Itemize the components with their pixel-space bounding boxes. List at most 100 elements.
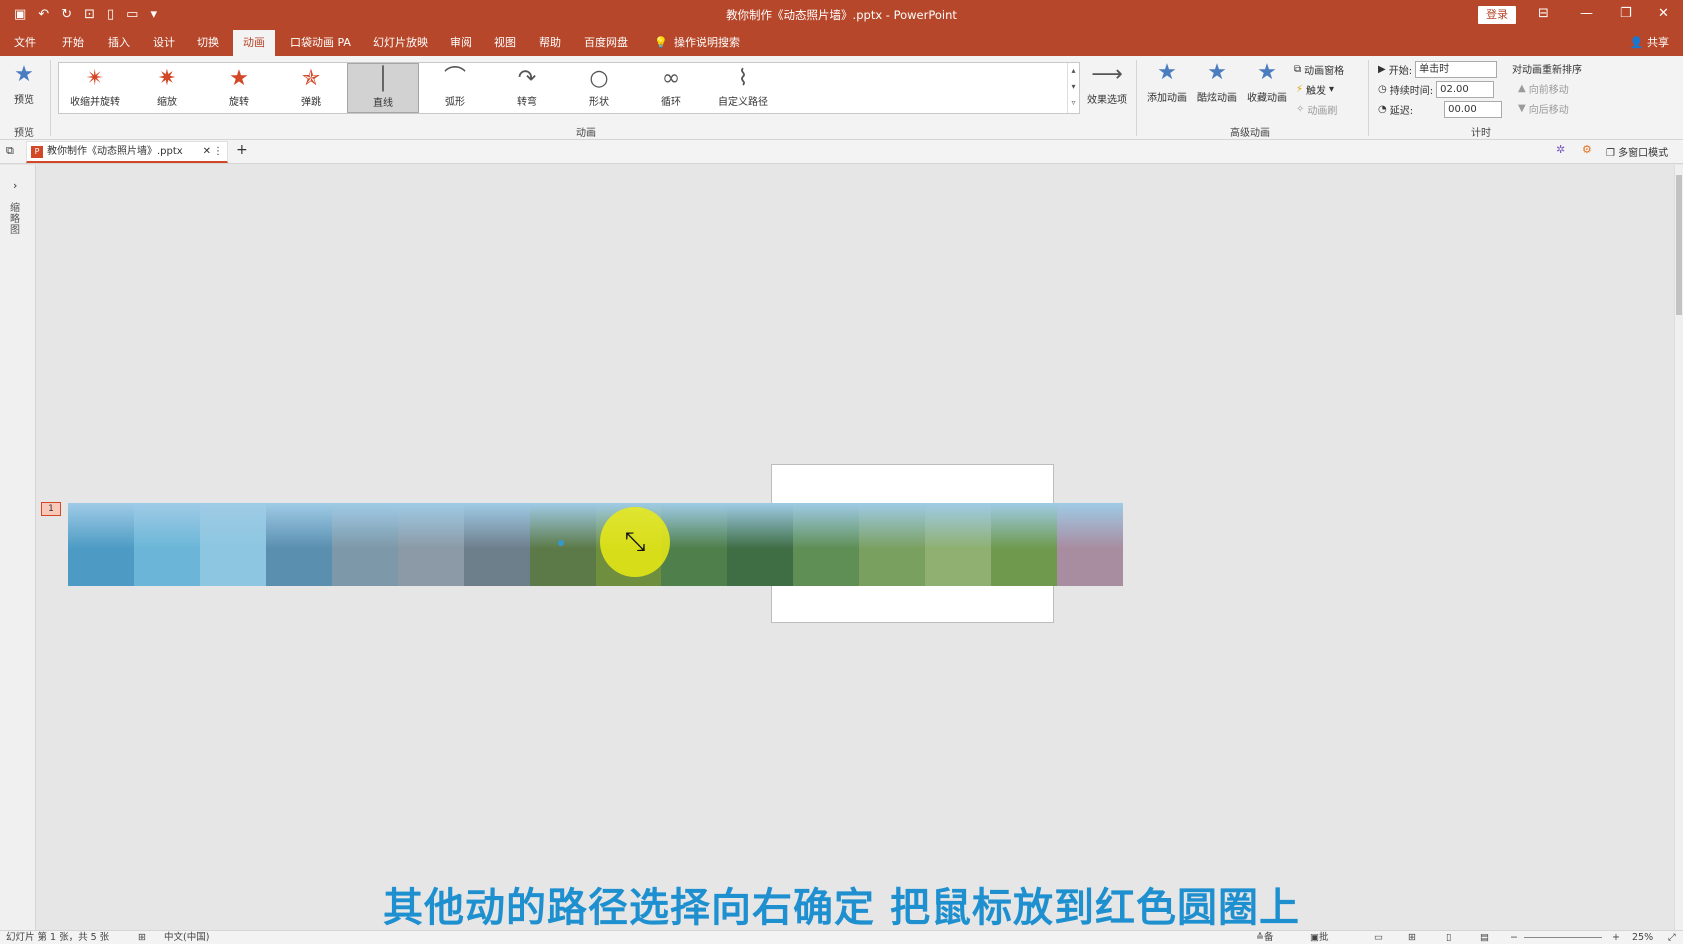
fit-slide-icon[interactable]: ⤢ [1668, 931, 1676, 944]
document-tab[interactable]: P 教你制作《动态照片墙》.pptx ✕ ⋮ [26, 141, 228, 163]
accessibility-icon[interactable]: ⊞ [138, 931, 146, 944]
lightning-icon: ⚡ [1296, 84, 1304, 95]
photo-tile [68, 503, 134, 586]
comments-button[interactable]: ▣ 批注 [1310, 931, 1329, 944]
anim-custom-path[interactable]: ⌇ 自定义路径 [707, 63, 779, 113]
login-button[interactable]: 登录 [1478, 6, 1516, 24]
photo-tile [661, 503, 728, 586]
anim-turn[interactable]: ↷ 转弯 [491, 63, 563, 113]
anim-arc[interactable]: ⌒ 弧形 [419, 63, 491, 113]
chevron-down-icon: ▾ [1329, 84, 1335, 95]
star-zoom-icon: ✷ [157, 66, 177, 91]
language-indicator[interactable]: 中文(中国) [164, 931, 209, 944]
tab-transitions[interactable]: 切换 [193, 30, 223, 56]
photo-tile [265, 503, 332, 586]
ribbon: ★ 预览 预览 ✴ 收缩并旋转 ✷ 缩放 ★ 旋转 ✯ 弹跳 │ 直线 ⌒ 弧形 ↷ 转弯 ○… [0, 56, 1683, 140]
animation-group-label: 动画 [576, 128, 596, 139]
photo-tile [727, 503, 794, 586]
animation-brush-button[interactable]: ✧ 动画刷 [1296, 102, 1337, 117]
start-dropdown[interactable]: 单击时 [1415, 61, 1498, 78]
settings-gear-icon[interactable]: ⚙ [1582, 143, 1592, 156]
duration-spinner[interactable]: 02.00 [1436, 81, 1495, 98]
tab-animations[interactable]: 动画 [233, 30, 275, 56]
zoom-level[interactable]: 25% [1632, 931, 1653, 944]
add-star-icon: ★ [1157, 60, 1177, 85]
tab-pocket-animation[interactable]: 口袋动画 PA [286, 30, 355, 56]
photo-strip[interactable] [68, 503, 1123, 586]
photo-tile [1057, 503, 1123, 586]
tell-me-search[interactable]: 操作说明搜索 [670, 30, 744, 56]
scrollbar-thumb[interactable] [1676, 175, 1682, 315]
preview-group-label: 预览 [14, 128, 34, 139]
gallery-scroll[interactable]: ▴ ▾ ▿ [1067, 63, 1079, 113]
window-title: 教你制作《动态照片墙》.pptx - PowerPoint [726, 8, 957, 22]
tab-file[interactable]: 文件 [10, 30, 40, 56]
animation-gallery: ✴ 收缩并旋转 ✷ 缩放 ★ 旋转 ✯ 弹跳 │ 直线 ⌒ 弧形 ↷ 转弯 ○ 形状 ∞ 循环 ⌇… [58, 62, 1080, 114]
down-arrow-icon: ▼ [1518, 103, 1526, 114]
anim-shrink-rotate[interactable]: ✴ 收缩并旋转 [59, 63, 131, 113]
anim-bounce[interactable]: ✯ 弹跳 [275, 63, 347, 113]
anim-line[interactable]: │ 直线 [347, 63, 419, 113]
zoom-slider[interactable] [1524, 937, 1602, 938]
add-animation-button[interactable]: ★ 添加动画 [1144, 60, 1190, 104]
tab-review[interactable]: 审阅 [446, 30, 476, 56]
anim-spin[interactable]: ★ 旋转 [203, 63, 275, 113]
photo-tile [463, 503, 530, 586]
turn-path-icon: ↷ [517, 66, 537, 91]
tab-baidu-netdisk[interactable]: 百度网盘 [580, 30, 632, 56]
share-button[interactable]: 👤 共享 [1630, 30, 1669, 56]
cool-animation-button[interactable]: ★ 酷炫动画 [1194, 60, 1240, 104]
ribbon-display-icon[interactable]: ⊟ [1538, 6, 1549, 21]
tab-design[interactable]: 设计 [149, 30, 179, 56]
trigger-button[interactable]: ⚡ 触发 ▾ [1296, 82, 1334, 97]
notes-button[interactable]: ≙ 备注 [1256, 931, 1273, 944]
timing-group-label: 计时 [1471, 128, 1491, 139]
clock-icon: ◷ [1378, 84, 1387, 95]
minimize-icon[interactable]: — [1580, 6, 1593, 21]
move-later-button[interactable]: ▼ 向后移动 [1518, 101, 1569, 116]
tab-list-icon[interactable]: ⧉ [6, 144, 14, 158]
close-icon[interactable]: ✕ [1658, 6, 1669, 21]
expand-panel-icon[interactable]: › [13, 179, 17, 192]
move-earlier-button[interactable]: ▲ 向前移动 [1518, 81, 1569, 96]
normal-view-icon[interactable]: ▭ [1374, 931, 1383, 944]
preview-button[interactable]: ★ 预览 [8, 62, 40, 106]
vertical-scrollbar[interactable] [1674, 165, 1683, 930]
duration-row: ◷ 持续时间: 02.00 [1378, 81, 1495, 98]
restore-icon[interactable]: ❐ [1620, 6, 1632, 21]
thumbnail-panel: › 缩略图 [0, 165, 36, 930]
favorite-animation-button[interactable]: ★ 收藏动画 [1244, 60, 1290, 104]
slide-sorter-icon[interactable]: ⊞ [1408, 931, 1416, 944]
anim-shape[interactable]: ○ 形状 [563, 63, 635, 113]
tab-insert[interactable]: 插入 [104, 30, 134, 56]
delay-spinner[interactable]: 00.00 [1444, 101, 1503, 118]
close-tab-icon[interactable]: ✕ [203, 142, 211, 162]
resize-cursor-icon: ⤡ [624, 527, 646, 557]
circle-path-icon: ○ [589, 66, 609, 91]
tab-home[interactable]: 开始 [58, 30, 88, 56]
effect-options-button[interactable]: ⟶ 效果选项 [1084, 62, 1130, 106]
tab-slideshow[interactable]: 幻灯片放映 [369, 30, 432, 56]
zoom-in-icon[interactable]: + [1612, 931, 1620, 944]
animation-order-tag[interactable]: 1 [41, 502, 61, 516]
anim-zoom[interactable]: ✷ 缩放 [131, 63, 203, 113]
multi-window-button[interactable]: ❐ 多窗口模式 [1606, 144, 1668, 159]
star-spin-icon: ★ [229, 66, 249, 91]
ppt-file-icon: P [31, 146, 43, 158]
reading-view-icon[interactable]: ▯ [1446, 931, 1451, 944]
slideshow-view-icon[interactable]: ▤ [1480, 931, 1489, 944]
photo-tile [793, 503, 860, 586]
new-tab-icon[interactable]: + [236, 142, 248, 158]
sparkle-icon[interactable]: ✲ [1556, 143, 1565, 156]
window-icon: ❐ [1606, 148, 1615, 159]
photo-tile [133, 503, 200, 586]
tab-help[interactable]: 帮助 [535, 30, 565, 56]
anim-loop[interactable]: ∞ 循环 [635, 63, 707, 113]
motion-path-start-point[interactable] [558, 540, 564, 546]
star-play-icon: ★ [14, 62, 34, 87]
more-icon[interactable]: ⋮ [213, 142, 223, 162]
zoom-out-icon[interactable]: − [1510, 931, 1518, 944]
animation-pane-button[interactable]: ⧉ 动画窗格 [1294, 62, 1344, 77]
photo-tile [397, 503, 464, 586]
tab-view[interactable]: 视图 [490, 30, 520, 56]
